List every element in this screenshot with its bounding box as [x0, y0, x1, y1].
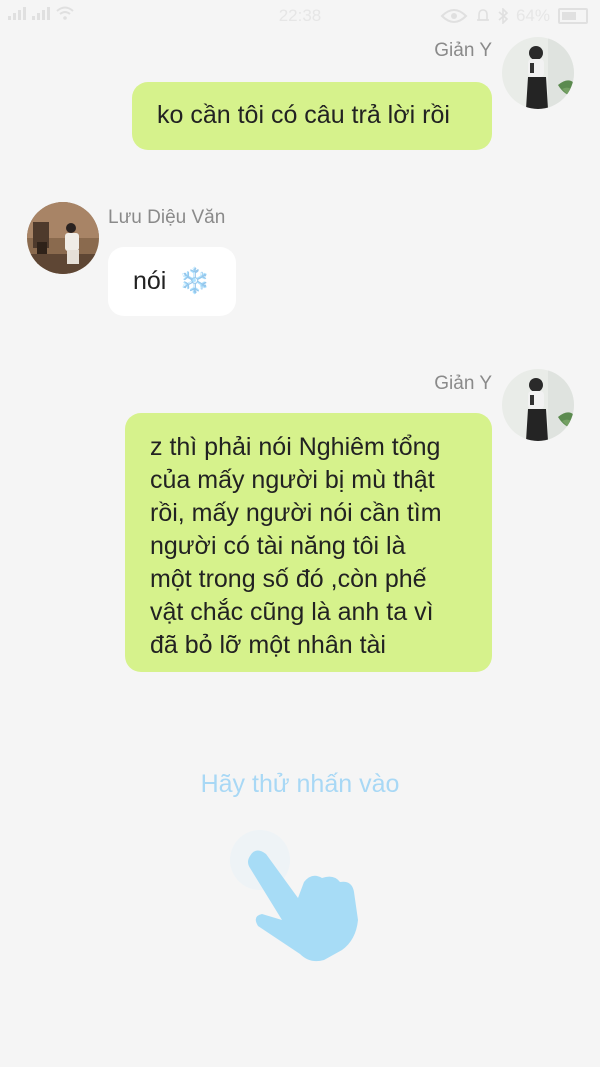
status-right: 64% [440, 6, 588, 26]
avatar[interactable] [502, 37, 574, 109]
message-line: đã bỏ lỡ một nhân tài [150, 631, 386, 659]
sender-name: Giản Y [434, 40, 492, 61]
message-line: của mấy người bị mù thật [150, 466, 435, 494]
avatar[interactable] [27, 202, 99, 274]
sender-name: Giản Y [434, 373, 492, 394]
battery-percent: 64% [515, 6, 550, 25]
message-bubble[interactable]: z thì phải nói Nghiêm tổng của mấy người… [125, 413, 492, 672]
eye-icon [440, 9, 468, 23]
message-line: rồi, mấy người nói cần tìm [150, 499, 442, 527]
avatar[interactable] [502, 369, 574, 441]
sender-name: Lưu Diệu Văn [108, 207, 226, 228]
message-line: một trong số đó ,còn phế [150, 565, 427, 593]
message-bubble[interactable]: nói ❄️ [108, 247, 236, 316]
tap-hint-text[interactable]: Hãy thử nhấn vào [0, 770, 600, 799]
avatar-image [502, 37, 574, 109]
bluetooth-icon [498, 8, 508, 24]
message-line: vật chắc cũng là anh ta vì [150, 598, 434, 626]
avatar-image [27, 202, 99, 274]
alarm-icon [476, 9, 489, 21]
status-bar: 22:38 64% [0, 0, 600, 32]
message-text: ko cần tôi có câu trả lời rồi [157, 101, 450, 129]
message-line: z thì phải nói Nghiêm tổng [150, 433, 441, 461]
message-bubble[interactable]: ko cần tôi có câu trả lời rồi [132, 82, 492, 150]
pointing-hand-icon[interactable] [220, 820, 380, 980]
message-line: người có tài năng tôi là [150, 532, 406, 560]
avatar-image [502, 369, 574, 441]
message-text: nói [133, 267, 167, 295]
battery-icon [558, 8, 588, 24]
snowflake-emoji: ❄️ [179, 267, 211, 295]
